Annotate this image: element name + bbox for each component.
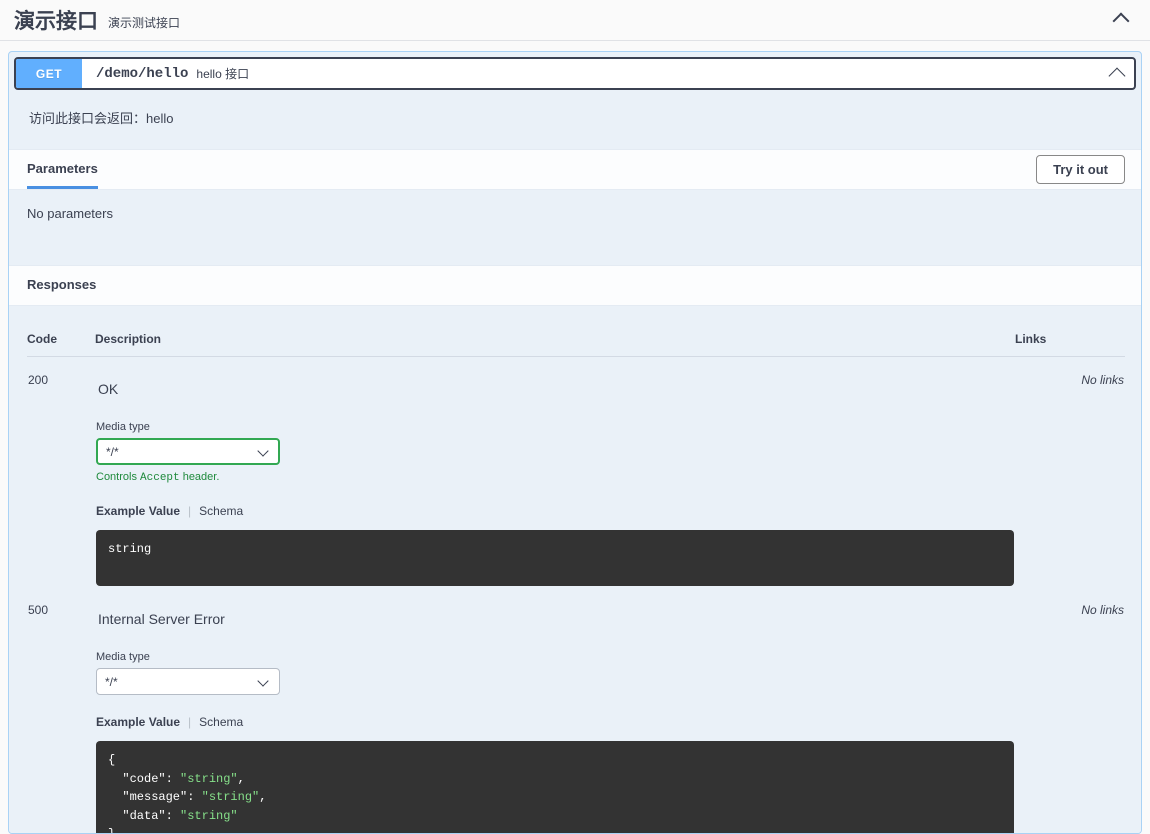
operation-summary-bar[interactable]: GET /demo/hello hello 接口 <box>14 57 1136 90</box>
operation-body: 访问此接口会返回：hello Parameters Try it out No … <box>9 90 1141 834</box>
parameters-section-header: Parameters Try it out <box>9 149 1141 190</box>
table-row: 500Internal Server Error Media type */* Exa… <box>27 587 1125 834</box>
no-parameters-text: No parameters <box>9 190 1141 265</box>
responses-table-head: Code Description Links <box>27 306 1125 357</box>
example-schema-tabs: Example Value | Schema <box>96 715 1014 729</box>
example-schema-tabs: Example Value | Schema <box>96 504 1014 518</box>
response-code: 200 <box>27 357 95 588</box>
chevron-up-icon <box>1108 65 1126 83</box>
json-punctuation: , <box>259 790 266 804</box>
responses-table-body: 200OK Media type */* Controls Accept header… <box>27 357 1125 834</box>
response-links: No links <box>1015 587 1125 834</box>
response-code: 500 <box>27 587 95 834</box>
tab-schema[interactable]: Schema <box>199 504 243 518</box>
tab-divider: | <box>188 504 191 518</box>
responses-table: Code Description Links 200OK Media type */… <box>27 306 1125 834</box>
tag-header: 演示接口 演示测试接口 <box>0 0 1150 41</box>
json-value: "string" <box>180 809 238 823</box>
column-header-code: Code <box>27 306 95 357</box>
page-title: 演示接口 <box>14 5 98 35</box>
column-header-links: Links <box>1015 306 1125 357</box>
operation-summary-text: hello 接口 <box>188 59 249 88</box>
json-key: "message": <box>108 790 202 804</box>
operation-description: 访问此接口会返回：hello <box>9 90 1141 149</box>
media-type-select-wrapper: */* <box>96 438 280 465</box>
example-value-code-block[interactable]: { "code": "string", "message": "string",… <box>96 741 1014 834</box>
page-subtitle: 演示测试接口 <box>108 9 180 31</box>
tab-divider: | <box>188 715 191 729</box>
column-header-description: Description <box>95 306 1015 357</box>
json-key: "code": <box>108 772 180 786</box>
response-description-cell: OK Media type */* Controls Accept header. Ex… <box>95 357 1015 588</box>
operation-path: /demo/hello <box>82 59 188 88</box>
json-key: "data": <box>108 809 180 823</box>
tab-example-value[interactable]: Example Value <box>96 715 180 729</box>
accept-header-note: Controls Accept header. <box>96 471 1014 484</box>
json-value: "string" <box>202 790 260 804</box>
json-value: "string" <box>180 772 238 786</box>
operation-collapse-button[interactable] <box>1108 59 1134 88</box>
responses-label: Responses <box>27 277 96 295</box>
accept-header-code: Accept <box>140 472 180 484</box>
responses-section-header: Responses <box>9 265 1141 306</box>
tab-schema[interactable]: Schema <box>199 715 243 729</box>
example-value-code-block[interactable]: string <box>96 530 1014 586</box>
media-type-label: Media type <box>96 651 1014 663</box>
media-type-select[interactable]: */* <box>96 438 280 465</box>
code-line: string <box>108 542 151 556</box>
operation-bar-spacer <box>249 59 1108 88</box>
table-row: 200OK Media type */* Controls Accept header… <box>27 357 1125 588</box>
table-header-row: Code Description Links <box>27 306 1125 357</box>
response-links: No links <box>1015 357 1125 588</box>
media-type-select-wrapper: */* <box>96 668 280 695</box>
response-description-text: OK <box>96 373 1014 397</box>
json-punctuation: , <box>238 772 245 786</box>
tag-collapse-button[interactable] <box>1108 7 1134 34</box>
media-type-label: Media type <box>96 421 1014 433</box>
operation-block: GET /demo/hello hello 接口 访问此接口会返回：hello … <box>8 51 1142 834</box>
try-it-out-button[interactable]: Try it out <box>1036 155 1125 184</box>
response-description-cell: Internal Server Error Media type */* Exampl… <box>95 587 1015 834</box>
media-type-select[interactable]: */* <box>96 668 280 695</box>
code-line: } <box>108 827 115 834</box>
responses-table-area: Code Description Links 200OK Media type */… <box>9 306 1141 834</box>
tab-example-value[interactable]: Example Value <box>96 504 180 518</box>
http-method-badge: GET <box>16 59 82 88</box>
chevron-up-icon <box>1112 9 1130 27</box>
response-description-text: Internal Server Error <box>96 603 1014 627</box>
code-line: { <box>108 753 115 767</box>
tab-parameters[interactable]: Parameters <box>27 161 98 179</box>
